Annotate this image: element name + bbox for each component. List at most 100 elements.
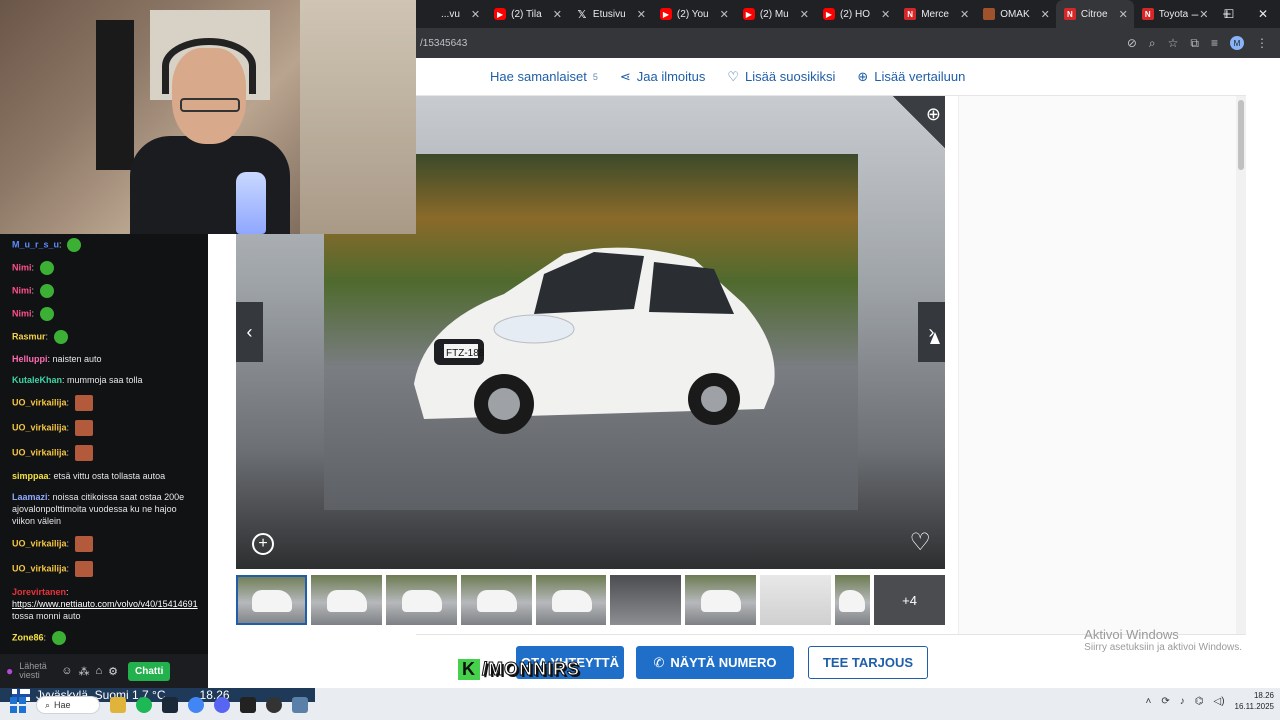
action-heart[interactable]: ♡ Lisää suosikiksi [727,69,835,85]
chat-username[interactable]: Nimi [12,262,32,272]
zoom-in-icon[interactable]: ⊕ [926,104,941,125]
chat-username[interactable]: UO_virkailija [12,538,67,548]
more-photos-button[interactable]: +4 [874,575,945,625]
discord-icon[interactable] [214,697,230,713]
thumbnail[interactable] [685,575,757,625]
minimize-button[interactable]: – [1178,7,1212,21]
action-search[interactable]: Hae samanlaiset 5 [490,69,598,84]
action-plus-circle[interactable]: ⊕ Lisää vertailuun [857,69,965,85]
chat-send-button[interactable]: Chatti [128,661,171,681]
show-number-button[interactable]: ✆ NÄYTÄ NUMERO [636,646,794,679]
action-share[interactable]: ⋖ Jaa ilmoitus [620,69,706,85]
chat-input[interactable]: Lähetä viesti [19,662,55,680]
mic-tray-icon[interactable]: ♪ [1180,696,1185,707]
browser-tab[interactable]: OMAK ✕ [975,0,1056,28]
menu-kebab-icon[interactable]: ⋮ [1256,36,1268,50]
frog-emote-icon [39,261,54,275]
add-compare-icon[interactable]: + [252,533,274,555]
profile-avatar[interactable]: M [1230,36,1244,50]
show-number-label: NÄYTÄ NUMERO [670,655,777,670]
chat-username[interactable]: Nimi [12,308,32,318]
close-tab-icon[interactable]: ✕ [960,8,969,21]
steam-icon[interactable] [162,697,178,713]
browser-tab[interactable]: N Citroe ✕ [1055,0,1134,28]
close-tab-icon[interactable]: ✕ [720,8,729,21]
chat-username[interactable]: Laamazi [12,492,48,502]
chat-username[interactable]: UO_virkailija [12,422,67,432]
close-tab-icon[interactable]: ✕ [553,8,562,21]
generic-icon [424,8,436,20]
thumbnail[interactable] [610,575,682,625]
chat-username[interactable]: UO_virkailija [12,397,67,407]
thumbnail[interactable] [760,575,832,625]
make-offer-button[interactable]: TEE TARJOUS [808,646,928,679]
zoom-icon[interactable]: ⌕ [1149,36,1156,51]
chat-username[interactable]: Zone86 [12,632,44,642]
windows-start-icon[interactable] [10,697,26,713]
url-field[interactable]: /15345643 [416,38,1127,49]
close-tab-icon[interactable]: ✕ [800,8,809,21]
scrollbar-thumb[interactable] [1238,100,1244,170]
scrollbar[interactable] [1236,96,1246,688]
chat-username[interactable]: KutaleKhan [12,375,62,385]
browser-tab[interactable]: ▶ (2) You ✕ [652,0,735,28]
thumbnail[interactable] [385,575,457,625]
network-icon[interactable]: ⌬ [1195,696,1204,707]
obs-icon[interactable] [266,697,282,713]
media-icon[interactable]: ≡ [1211,36,1218,50]
browser-tab[interactable]: 𝕏 Etusivu ✕ [568,0,652,28]
store-icon[interactable]: ⌂ [95,665,102,677]
chevron-up-icon[interactable]: ˄ [1146,696,1152,707]
chat-text: naisten auto [52,354,102,364]
mic-icon[interactable]: ● [6,664,13,678]
chat-username[interactable]: UO_virkailija [12,563,67,573]
thumbnail[interactable] [310,575,382,625]
close-window-button[interactable]: ✕ [1246,7,1280,21]
thumbnail[interactable] [835,575,871,625]
x-app-icon[interactable] [240,697,256,713]
chat-username[interactable]: Jorevirtanen [12,587,66,597]
browser-tab[interactable]: N Merce ✕ [896,0,975,28]
tab-title: (2) HO [839,8,870,20]
chat-username[interactable]: M_u_r_s_u [12,239,59,249]
thumbnail[interactable] [236,575,307,625]
previous-photo-button[interactable]: ‹ [236,302,263,362]
bits-icon[interactable]: ⁂ [78,665,89,678]
thumbnail[interactable] [460,575,532,625]
favorite-heart-icon[interactable]: ♡ [909,528,931,557]
browser-tab[interactable]: ▶ (2) Mu ✕ [735,0,815,28]
browser-tab[interactable]: ▶ (2) Tila ✕ [486,0,568,28]
chat-link[interactable]: https://www.nettiauto.com/volvo/v40/1541… [12,599,198,609]
close-tab-icon[interactable]: ✕ [881,8,890,21]
settings-gear-icon[interactable]: ⚙ [108,665,118,678]
close-tab-icon[interactable]: ✕ [1041,8,1050,21]
extensions-icon[interactable]: ⧉ [1190,36,1199,51]
close-tab-icon[interactable]: ✕ [471,8,480,21]
share-icon: ⋖ [619,68,631,84]
clock-time: 18.26 [1253,691,1274,700]
system-clock[interactable]: 18.26 16.11.2025 [1235,690,1274,712]
close-tab-icon[interactable]: ✕ [1119,8,1128,21]
chat-username[interactable]: simppaa [12,471,49,481]
chat-username[interactable]: Rasmur [12,331,46,341]
chat-message: Laamazi: noissa citikoissa saat ostaa 20… [12,492,185,526]
volume-icon[interactable]: ◁) [1214,696,1225,707]
close-tab-icon[interactable]: ✕ [637,8,646,21]
sync-icon[interactable]: ⟳ [1161,696,1169,707]
spotify-icon[interactable] [136,697,152,713]
chat-username[interactable]: Helluppi [12,354,48,364]
thumbnail[interactable] [535,575,607,625]
maximize-button[interactable]: ☐ [1212,7,1246,21]
browser-tab[interactable]: ▶ (2) HO ✕ [815,0,896,28]
eye-off-icon[interactable]: ⊘ [1127,36,1137,50]
chrome-icon[interactable] [188,697,204,713]
calculator-icon[interactable] [292,697,308,713]
emoji-icon[interactable]: ☺ [61,665,72,677]
browser-tab[interactable]: ...vu ✕ [416,0,486,28]
stream-logo: K /MONNIRS [458,652,608,686]
chat-username[interactable]: Nimi [12,285,32,295]
taskbar-search[interactable]: ⌕ Hae [36,696,100,714]
file-explorer-icon[interactable] [110,697,126,713]
bookmark-star-icon[interactable]: ☆ [1168,36,1179,50]
chat-username[interactable]: UO_virkailija [12,447,67,457]
